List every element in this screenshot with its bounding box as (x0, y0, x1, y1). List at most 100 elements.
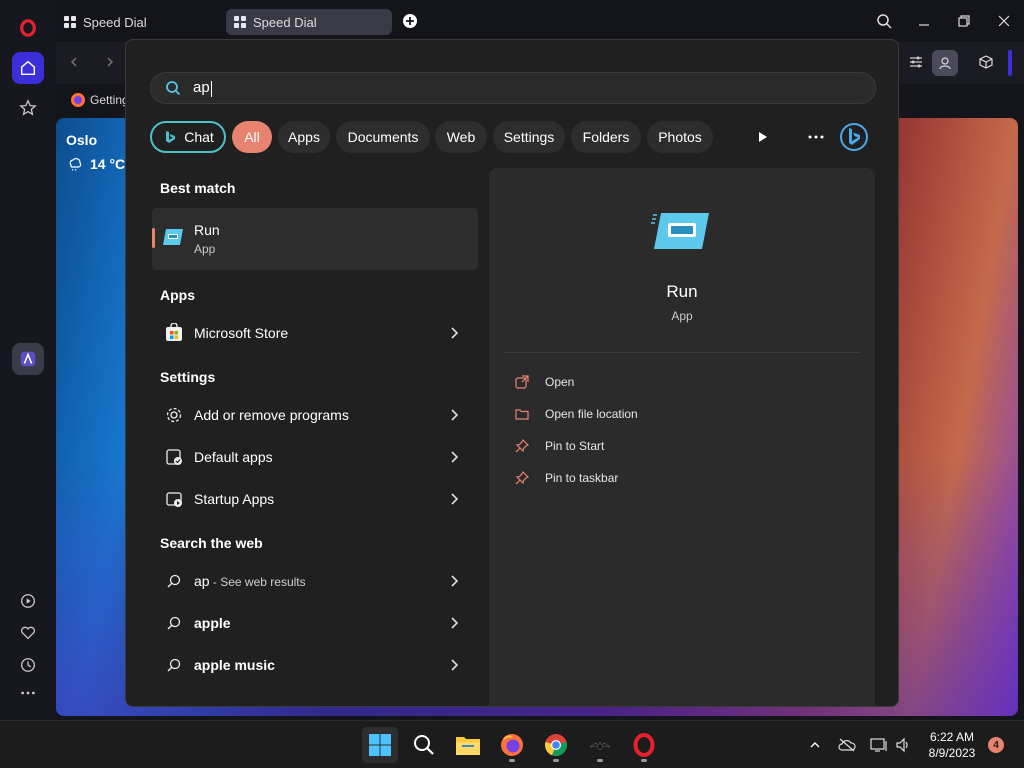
more-options-icon[interactable] (800, 121, 832, 153)
restore-icon[interactable] (952, 10, 976, 32)
opera-logo-icon[interactable] (12, 12, 44, 44)
easy-setup-icon[interactable] (904, 51, 928, 73)
best-match-subtitle: App (194, 242, 216, 256)
volume-icon[interactable] (892, 734, 914, 756)
tab-strip: Speed Dial Speed Dial (56, 0, 1024, 42)
chevron-right-icon[interactable] (448, 449, 460, 465)
search-tabs-icon[interactable] (872, 10, 896, 32)
player-icon[interactable] (12, 585, 44, 617)
start-button[interactable] (362, 727, 398, 763)
result-startup-apps[interactable]: Startup Apps (152, 479, 478, 519)
filter-settings[interactable]: Settings (493, 121, 565, 153)
result-label: Default apps (194, 449, 273, 465)
firefox-icon (71, 93, 85, 107)
tab-label: Speed Dial (83, 14, 147, 30)
text-caret (210, 80, 212, 97)
filter-chat[interactable]: Chat (150, 121, 226, 153)
action-open-file-location[interactable]: Open file location (515, 402, 638, 426)
tab-speed-dial-2[interactable]: Speed Dial (226, 9, 392, 35)
cloud-offline-icon[interactable] (836, 734, 858, 756)
grid-icon (234, 16, 246, 28)
home-icon[interactable] (12, 52, 44, 84)
action-open[interactable]: Open (515, 370, 574, 394)
filter-folders[interactable]: Folders (571, 121, 641, 153)
search-input[interactable]: ap (193, 79, 212, 97)
profile-icon[interactable] (932, 50, 958, 76)
search-icon (414, 735, 434, 755)
preview-title: Run (666, 282, 698, 301)
opera-button[interactable] (626, 727, 662, 763)
chevron-right-icon[interactable] (448, 491, 460, 507)
minimize-icon[interactable] (912, 10, 936, 32)
cloud-rain-icon (69, 158, 82, 171)
selection-indicator (152, 228, 155, 248)
filter-apps[interactable]: Apps (278, 121, 330, 153)
new-tab-icon[interactable] (398, 10, 422, 32)
run-large-icon (651, 212, 711, 255)
result-add-remove-programs[interactable]: Add or remove programs (152, 395, 478, 435)
bookmark-item[interactable]: Getting (70, 92, 129, 108)
result-web-ap[interactable]: ap - See web results (152, 561, 478, 601)
bing-chat-icon (166, 131, 176, 143)
filter-documents[interactable]: Documents (336, 121, 430, 153)
gear-icon (164, 405, 184, 425)
chevron-right-icon[interactable] (448, 657, 460, 673)
preview-divider (505, 352, 860, 353)
result-web-apple[interactable]: apple (152, 603, 478, 643)
forward-icon[interactable] (98, 51, 122, 73)
star-icon[interactable] (12, 92, 44, 124)
chevron-right-icon[interactable] (448, 407, 460, 423)
preview-subtitle: App (671, 309, 693, 323)
result-default-apps[interactable]: Default apps (152, 437, 478, 477)
action-label: Pin to taskbar (545, 471, 619, 485)
startup-apps-icon (164, 489, 184, 509)
bing-icon[interactable] (838, 121, 870, 153)
running-indicator (597, 759, 603, 762)
filter-settings-label: Settings (503, 129, 555, 145)
heart-icon[interactable] (12, 617, 44, 649)
network-icon[interactable] (868, 734, 890, 756)
back-icon[interactable] (62, 51, 86, 73)
result-label: Startup Apps (194, 491, 275, 507)
action-pin-to-taskbar[interactable]: Pin to taskbar (515, 466, 618, 490)
search-icon (164, 655, 184, 675)
chrome-icon (545, 734, 567, 757)
firefox-button[interactable] (494, 727, 530, 763)
clock[interactable]: 6:22 AM 8/9/2023 (918, 729, 986, 761)
app-button[interactable] (582, 727, 618, 763)
filter-documents-label: Documents (347, 129, 419, 145)
weather-widget[interactable]: Oslo 14 °C (66, 132, 125, 172)
file-explorer-button[interactable] (450, 727, 486, 763)
chevron-right-icon[interactable] (448, 615, 460, 631)
web-query: ap (194, 573, 210, 589)
chevron-right-icon[interactable] (448, 325, 460, 341)
bookmark-label: Getting (90, 93, 129, 107)
close-icon[interactable] (992, 10, 1016, 32)
filter-photos[interactable]: Photos (647, 121, 713, 153)
microsoft-store-icon (164, 323, 184, 343)
result-microsoft-store[interactable]: Microsoft Store (152, 313, 478, 353)
running-indicator (553, 759, 559, 762)
taskbar: 6:22 AM 8/9/2023 4 (0, 720, 1024, 768)
result-web-apple-music[interactable]: apple music (152, 645, 478, 685)
extensions-icon[interactable] (974, 51, 998, 73)
taskbar-search-button[interactable] (406, 727, 442, 763)
windows-logo-icon (369, 734, 391, 756)
scroll-filters-play-icon[interactable] (746, 121, 778, 153)
sidebar-handle[interactable] (1008, 50, 1012, 76)
chevron-right-icon[interactable] (448, 573, 460, 589)
filter-all[interactable]: All (232, 121, 272, 153)
running-indicator (641, 759, 647, 762)
chrome-button[interactable] (538, 727, 574, 763)
search-query-text: ap (193, 79, 210, 97)
notification-badge[interactable]: 4 (988, 737, 1004, 753)
filter-chat-label: Chat (184, 129, 214, 145)
best-match-run[interactable]: Run App (152, 208, 478, 270)
search-box[interactable]: ap (150, 72, 876, 104)
aria-icon[interactable] (12, 343, 44, 375)
show-hidden-icons-chevron-icon[interactable] (804, 734, 826, 756)
action-pin-to-start[interactable]: Pin to Start (515, 434, 604, 458)
more-icon[interactable] (12, 677, 44, 709)
filter-web[interactable]: Web (435, 121, 487, 153)
tab-speed-dial-1[interactable]: Speed Dial (56, 9, 216, 35)
